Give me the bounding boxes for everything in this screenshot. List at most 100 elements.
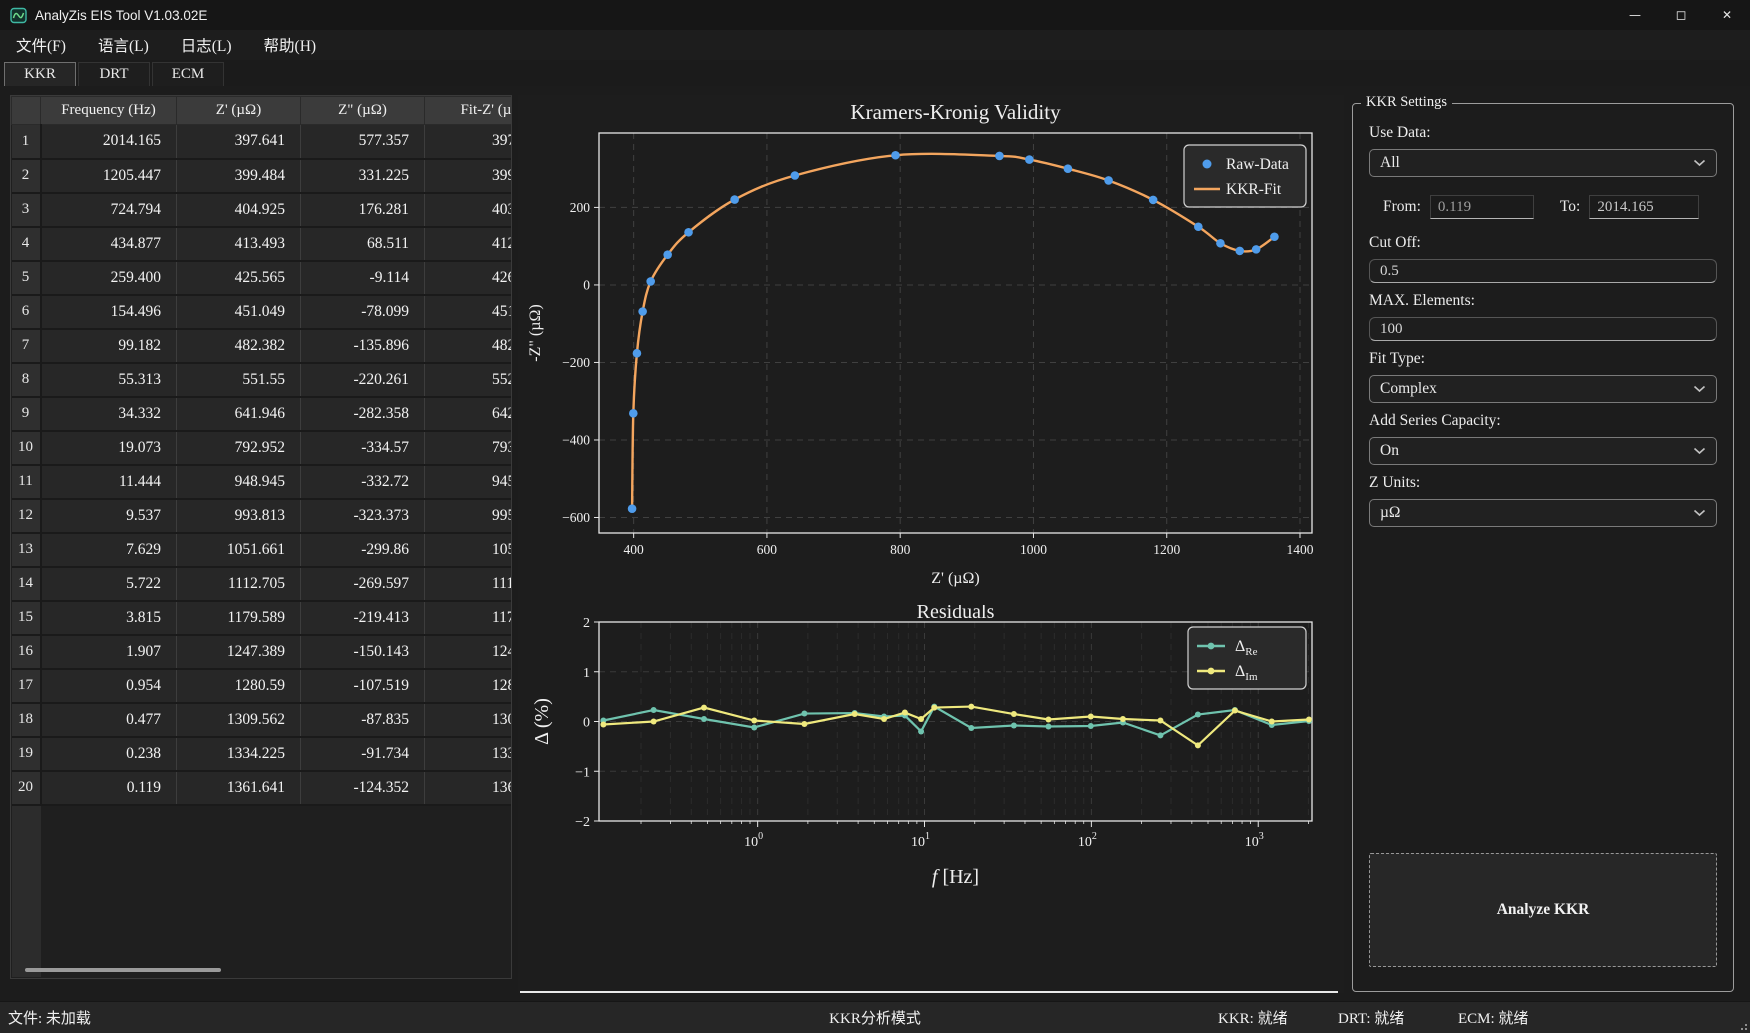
to-input[interactable] (1589, 195, 1699, 219)
cell-z-re[interactable]: 404.925 (177, 193, 301, 227)
col-header-z-im[interactable]: Z" (µΩ) (301, 97, 425, 125)
cell-z-im[interactable]: -91.734 (301, 737, 425, 771)
cell-z-im[interactable]: 331.225 (301, 159, 425, 193)
cell-fit-z-re[interactable]: 451 (425, 295, 513, 329)
cell-frequency[interactable]: 1.907 (41, 635, 177, 669)
cell-z-im[interactable]: 68.511 (301, 227, 425, 261)
cell-z-im[interactable]: -282.358 (301, 397, 425, 431)
tab-ecm[interactable]: ECM (152, 62, 224, 86)
table-row[interactable]: 4434.877413.49368.511412 (12, 227, 513, 261)
cell-fit-z-re[interactable]: 426 (425, 261, 513, 295)
cell-z-re[interactable]: 399.484 (177, 159, 301, 193)
cell-z-im[interactable]: -219.413 (301, 601, 425, 635)
table-row[interactable]: 137.6291051.661-299.861050 (12, 533, 513, 567)
cell-z-im[interactable]: -135.896 (301, 329, 425, 363)
cell-z-im[interactable]: -150.143 (301, 635, 425, 669)
tab-kkr[interactable]: KKR (4, 62, 76, 86)
cell-z-re[interactable]: 948.945 (177, 465, 301, 499)
col-header-fit-z-re[interactable]: Fit-Z' (µΩ) (425, 97, 513, 125)
row-number[interactable]: 14 (12, 567, 41, 601)
row-number[interactable]: 20 (12, 771, 41, 805)
cell-fit-z-re[interactable]: 1282 (425, 669, 513, 703)
use-data-select[interactable]: All (1369, 149, 1717, 177)
cell-frequency[interactable]: 3.815 (41, 601, 177, 635)
cell-frequency[interactable]: 5.722 (41, 567, 177, 601)
table-row[interactable]: 1019.073792.952-334.57793 (12, 431, 513, 465)
cell-z-re[interactable]: 641.946 (177, 397, 301, 431)
z-units-select[interactable]: µΩ (1369, 499, 1717, 527)
cell-z-re[interactable]: 1280.59 (177, 669, 301, 703)
cell-z-im[interactable]: -323.373 (301, 499, 425, 533)
cell-fit-z-re[interactable]: 1362 (425, 771, 513, 805)
row-number[interactable]: 3 (12, 193, 41, 227)
cell-z-im[interactable]: -220.261 (301, 363, 425, 397)
cell-z-im[interactable]: -299.86 (301, 533, 425, 567)
table-row[interactable]: 170.9541280.59-107.5191282 (12, 669, 513, 703)
row-number[interactable]: 7 (12, 329, 41, 363)
row-number[interactable]: 2 (12, 159, 41, 193)
cell-frequency[interactable]: 0.477 (41, 703, 177, 737)
cell-fit-z-re[interactable]: 1050 (425, 533, 513, 567)
cell-z-im[interactable]: -269.597 (301, 567, 425, 601)
table-row[interactable]: 5259.400425.565-9.114426 (12, 261, 513, 295)
col-header-frequency[interactable]: Frequency (Hz) (41, 97, 177, 125)
row-number[interactable]: 5 (12, 261, 41, 295)
row-number[interactable]: 4 (12, 227, 41, 261)
menu-file[interactable]: 文件(F) (4, 31, 78, 59)
row-number[interactable]: 6 (12, 295, 41, 329)
menu-help[interactable]: 帮助(H) (252, 31, 329, 59)
cell-z-re[interactable]: 1334.225 (177, 737, 301, 771)
menu-log[interactable]: 日志(L) (169, 31, 244, 59)
col-header-z-re[interactable]: Z' (µΩ) (177, 97, 301, 125)
cell-frequency[interactable]: 0.119 (41, 771, 177, 805)
cell-z-re[interactable]: 482.382 (177, 329, 301, 363)
cell-fit-z-re[interactable]: 1245 (425, 635, 513, 669)
cell-z-re[interactable]: 993.813 (177, 499, 301, 533)
cell-frequency[interactable]: 1205.447 (41, 159, 177, 193)
cutoff-input[interactable] (1369, 259, 1717, 283)
table-row[interactable]: 190.2381334.225-91.7341331 (12, 737, 513, 771)
cell-z-re[interactable]: 1112.705 (177, 567, 301, 601)
cell-fit-z-re[interactable]: 403 (425, 193, 513, 227)
row-number[interactable]: 10 (12, 431, 41, 465)
close-button[interactable]: ✕ (1704, 0, 1750, 30)
add-series-select[interactable]: On (1369, 437, 1717, 465)
cell-frequency[interactable]: 259.400 (41, 261, 177, 295)
cell-z-im[interactable]: 176.281 (301, 193, 425, 227)
cell-z-re[interactable]: 425.565 (177, 261, 301, 295)
analyze-kkr-button[interactable]: Analyze KKR (1369, 853, 1717, 967)
tab-drt[interactable]: DRT (78, 62, 150, 86)
cell-z-re[interactable]: 413.493 (177, 227, 301, 261)
cell-frequency[interactable]: 2014.165 (41, 125, 177, 159)
table-horizontal-scrollbar[interactable] (25, 968, 221, 972)
table-row[interactable]: 12014.165397.641577.357397 (12, 125, 513, 159)
table-row[interactable]: 855.313551.55-220.261552 (12, 363, 513, 397)
row-number[interactable]: 17 (12, 669, 41, 703)
cell-fit-z-re[interactable]: 642 (425, 397, 513, 431)
cell-fit-z-re[interactable]: 1177 (425, 601, 513, 635)
cell-frequency[interactable]: 9.537 (41, 499, 177, 533)
cell-frequency[interactable]: 0.954 (41, 669, 177, 703)
menu-language[interactable]: 语言(L) (86, 31, 161, 59)
cell-fit-z-re[interactable]: 1111 (425, 567, 513, 601)
table-row[interactable]: 3724.794404.925176.281403 (12, 193, 513, 227)
maximize-button[interactable]: ◻ (1658, 0, 1704, 30)
cell-z-re[interactable]: 1179.589 (177, 601, 301, 635)
table-row[interactable]: 799.182482.382-135.896482 (12, 329, 513, 363)
row-number[interactable]: 8 (12, 363, 41, 397)
cell-frequency[interactable]: 19.073 (41, 431, 177, 465)
charts-scrollbar[interactable] (520, 991, 1338, 993)
row-number[interactable]: 9 (12, 397, 41, 431)
row-number[interactable]: 16 (12, 635, 41, 669)
cell-z-im[interactable]: -9.114 (301, 261, 425, 295)
resize-grip-icon[interactable] (1737, 1020, 1747, 1030)
row-number[interactable]: 1 (12, 125, 41, 159)
cell-z-im[interactable]: -124.352 (301, 771, 425, 805)
cell-fit-z-re[interactable]: 995 (425, 499, 513, 533)
row-number[interactable]: 13 (12, 533, 41, 567)
cell-z-im[interactable]: -78.099 (301, 295, 425, 329)
cell-frequency[interactable]: 724.794 (41, 193, 177, 227)
cell-fit-z-re[interactable]: 1309 (425, 703, 513, 737)
cell-frequency[interactable]: 434.877 (41, 227, 177, 261)
cell-z-re[interactable]: 451.049 (177, 295, 301, 329)
